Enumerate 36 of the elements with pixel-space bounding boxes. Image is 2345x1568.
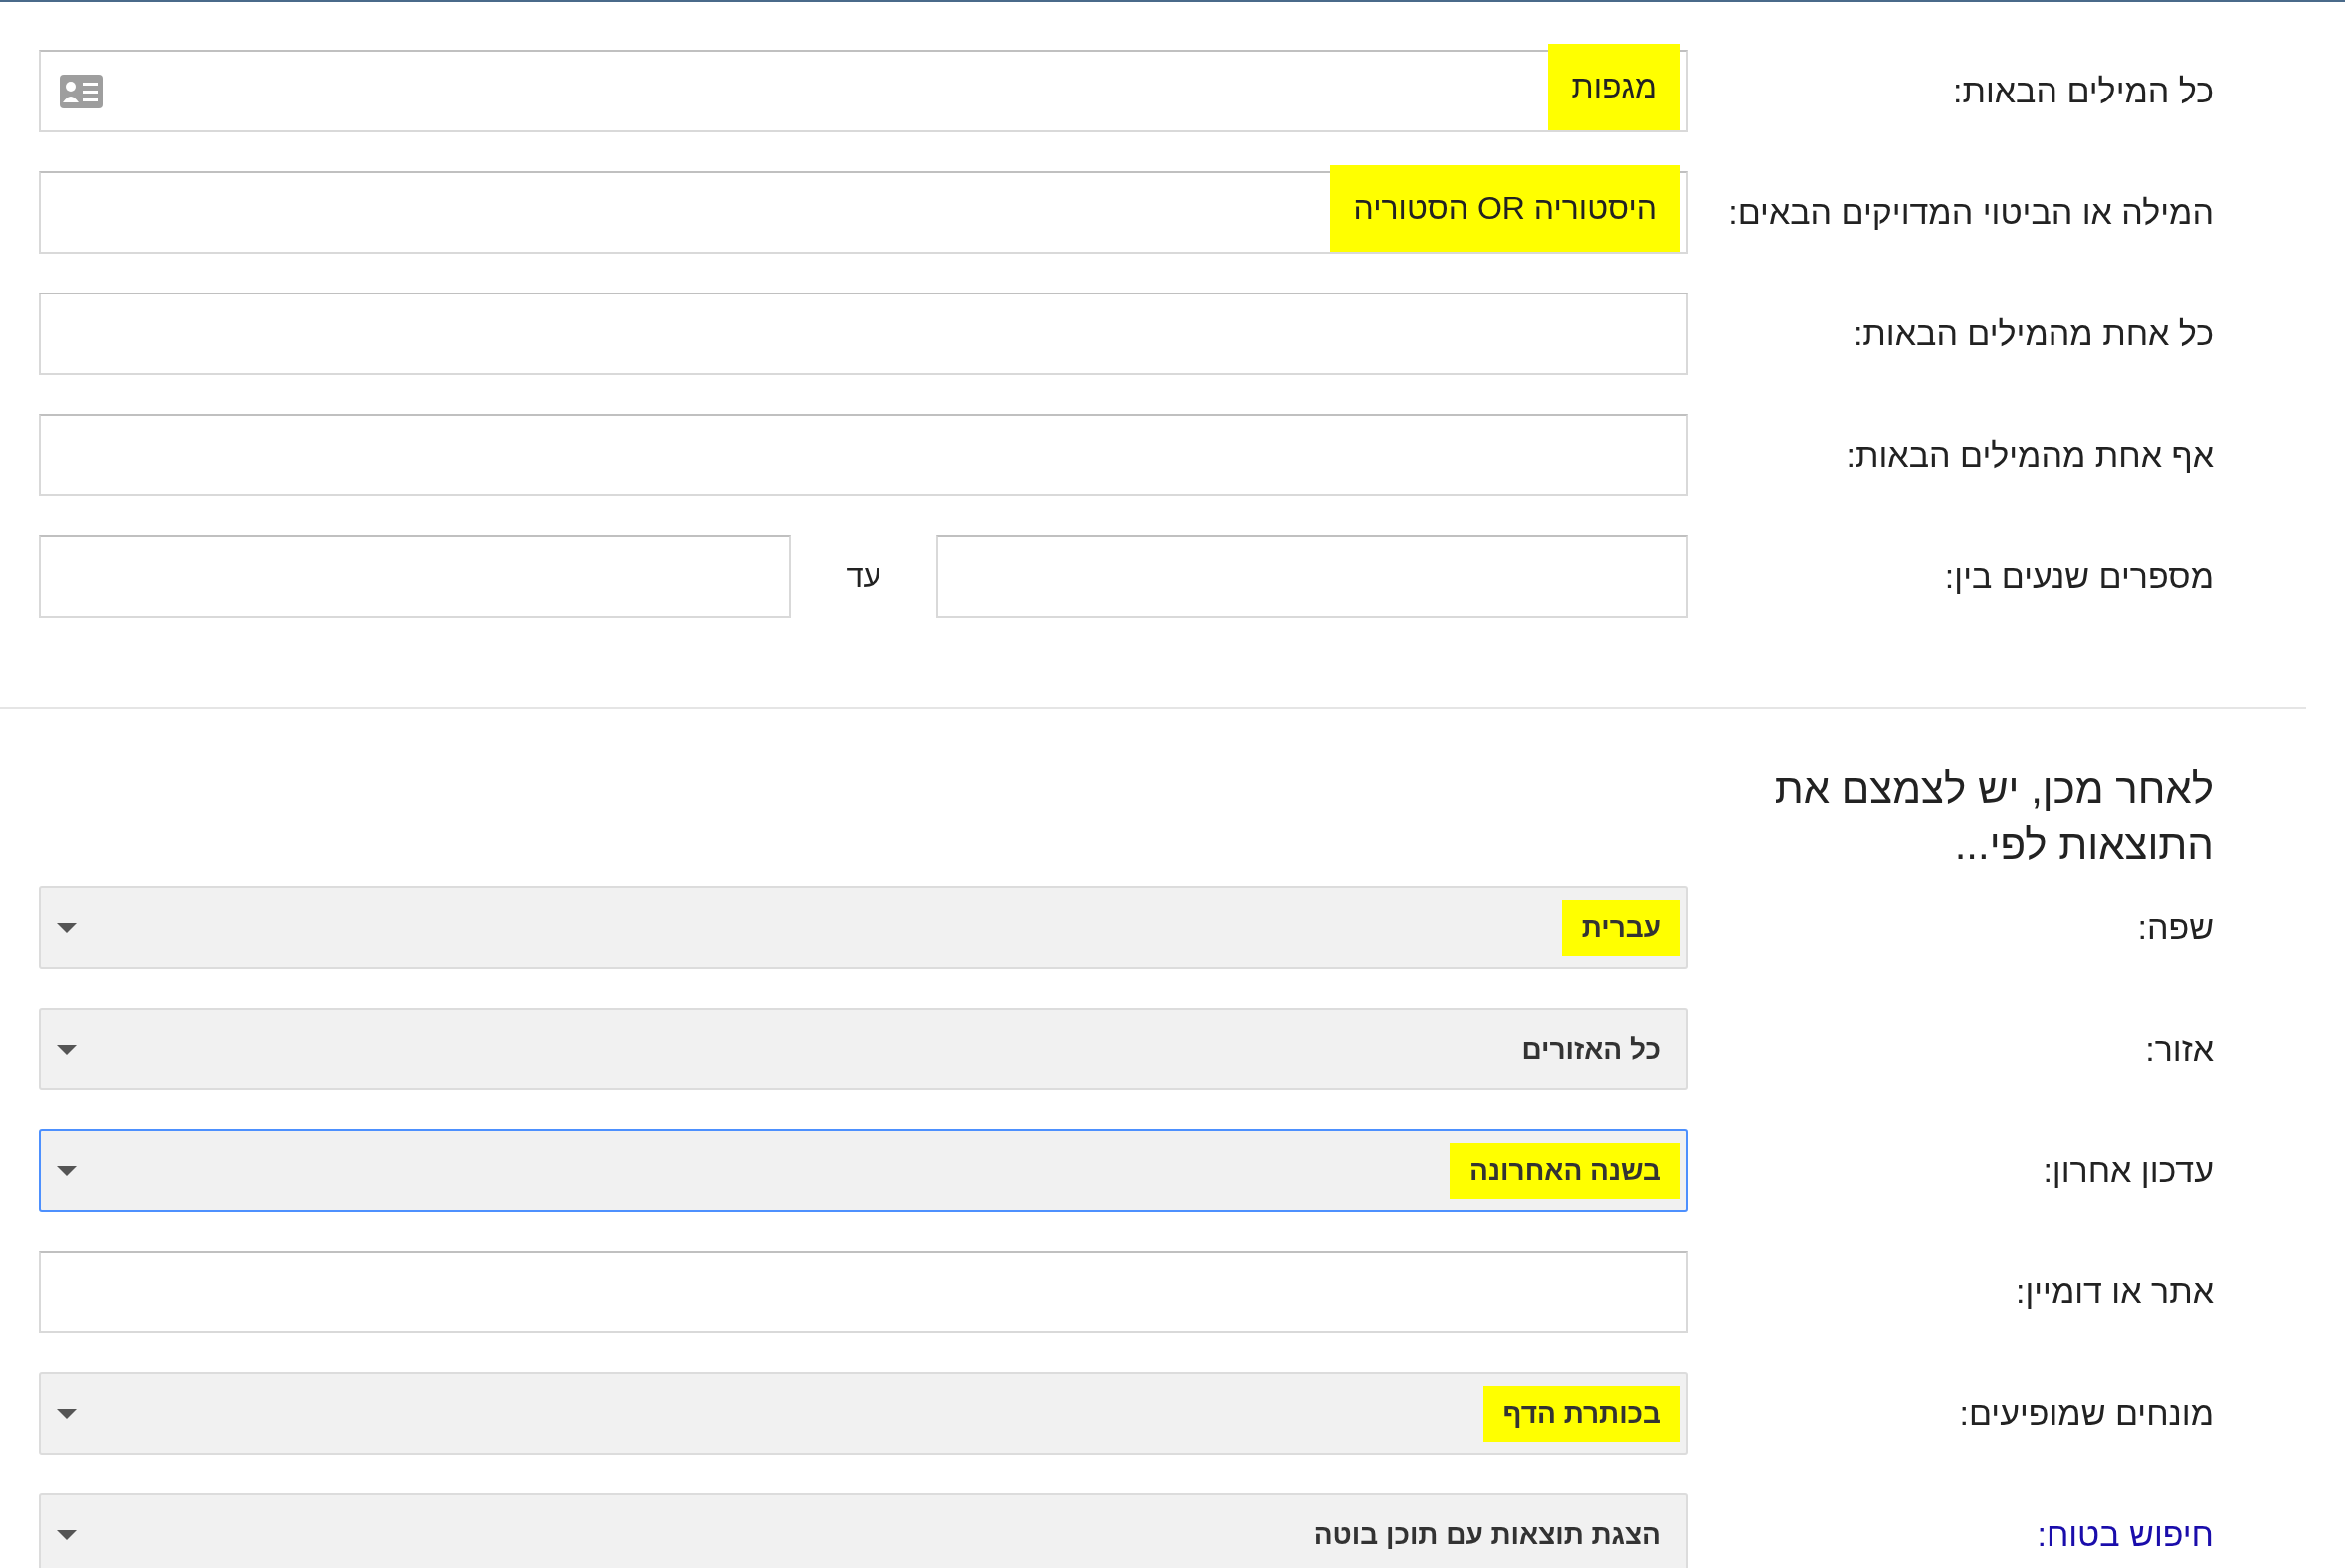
range-to-field[interactable] <box>39 535 791 618</box>
field-label: מספרים שנעים בין: <box>1943 557 2214 596</box>
field-label: אף אחת מהמילים הבאות: <box>1845 436 2214 475</box>
field-label: שפה: <box>2136 908 2214 947</box>
field-label-link[interactable]: חיפוש בטוח: <box>2037 1515 2214 1554</box>
dropdown[interactable]: בכותרת הדף <box>39 1372 1688 1455</box>
field-value: מגפות <box>1547 44 1680 130</box>
dropdown-value: בכותרת הדף <box>1482 1385 1680 1442</box>
dropdown[interactable]: כל האזורים <box>39 1008 1688 1090</box>
text-field[interactable] <box>39 1251 1688 1333</box>
caret-icon <box>57 1529 77 1540</box>
field-label: אזור: <box>2144 1030 2214 1069</box>
field-value: היסטוריה OR הסטוריה <box>1329 165 1680 252</box>
range-from-field[interactable] <box>936 535 1688 618</box>
dropdown-value: הצגת תוצאות עם תוכן בוטה <box>1312 1517 1661 1552</box>
field-label: עדכון אחרון: <box>2042 1151 2214 1190</box>
caret-icon <box>57 1044 77 1055</box>
contact-card-icon[interactable] <box>59 73 104 109</box>
dropdown-value: כל האזורים <box>1520 1032 1661 1067</box>
dropdown-value: עברית <box>1561 899 1680 956</box>
text-field[interactable] <box>39 414 1688 496</box>
text-field[interactable] <box>39 293 1688 375</box>
dropdown[interactable]: בשנה האחרונה <box>39 1129 1688 1212</box>
caret-icon <box>57 1408 77 1419</box>
caret-icon <box>57 1165 77 1176</box>
field-label: כל אחת מהמילים הבאות: <box>1852 314 2214 353</box>
caret-icon <box>57 922 77 933</box>
range-separator: עד <box>845 558 882 595</box>
field-label: כל המילים הבאות: <box>1951 72 2214 110</box>
field-label: מונחים שמופיעים: <box>1958 1394 2214 1433</box>
dropdown-value: בשנה האחרונה <box>1450 1142 1680 1199</box>
section-heading: לאחר מכן, יש לצמצם את התוצאות לפי... <box>1773 764 2214 870</box>
field-label: המילה או הביטוי המדויקים הבאים: <box>1727 193 2214 232</box>
field-label: אתר או דומיין: <box>2014 1273 2214 1311</box>
dropdown[interactable]: הצגת תוצאות עם תוכן בוטה <box>39 1493 1688 1568</box>
dropdown[interactable]: עברית <box>39 886 1688 969</box>
